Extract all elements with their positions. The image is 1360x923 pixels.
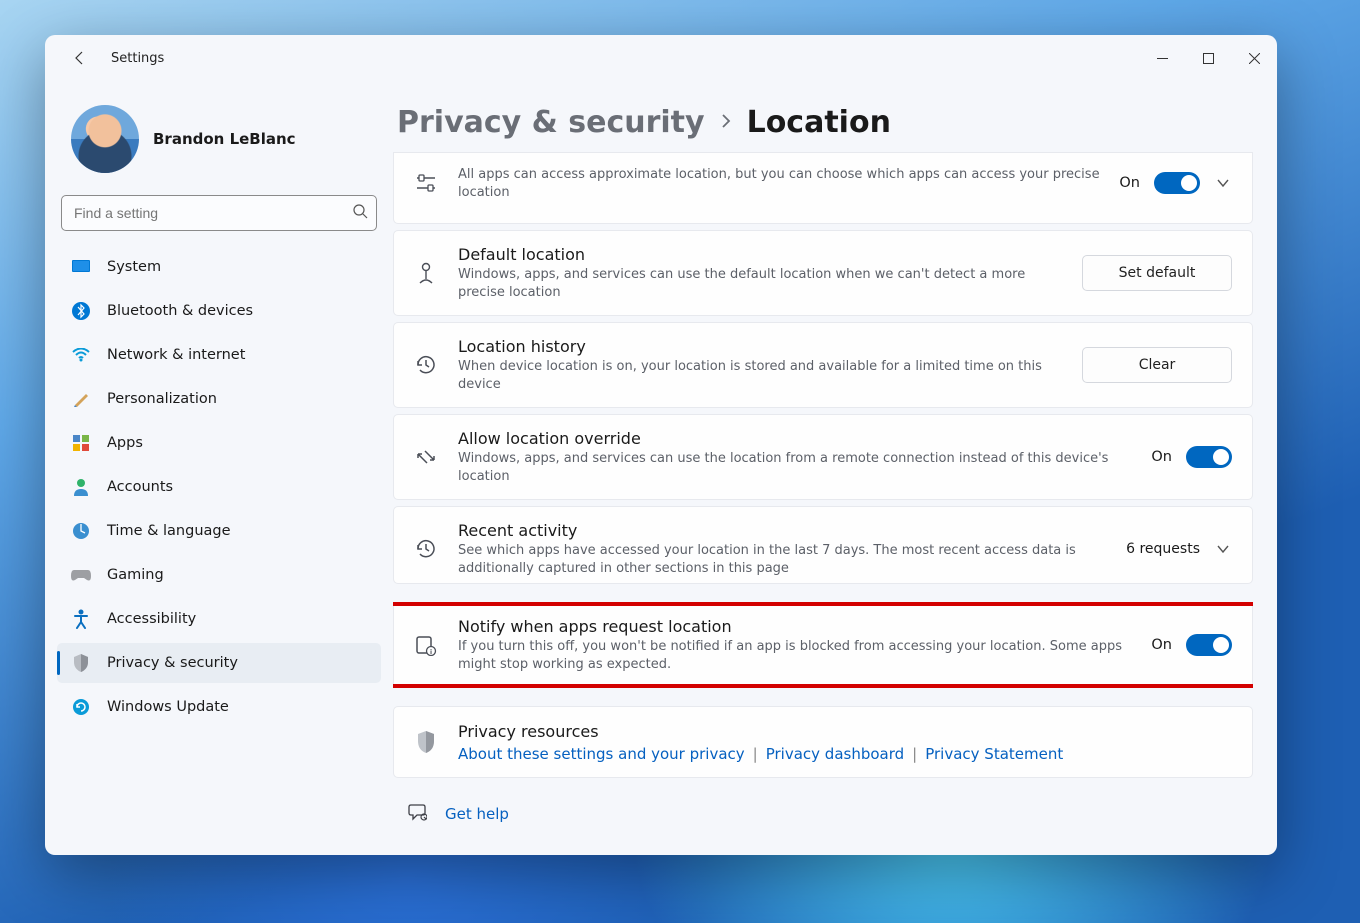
search-icon	[352, 203, 368, 223]
requests-count: 6 requests	[1126, 541, 1200, 557]
notify-icon: i	[412, 631, 440, 659]
card-title: Default location	[458, 245, 1064, 264]
nav-label: Privacy & security	[107, 655, 238, 671]
shield-icon	[412, 728, 440, 756]
card-recent-activity[interactable]: Recent activity See which apps have acce…	[393, 506, 1253, 584]
nav-label: Gaming	[107, 567, 164, 583]
card-apps-access[interactable]: All apps can access approximate location…	[393, 152, 1253, 224]
breadcrumb-current: Location	[747, 105, 891, 140]
sidebar-item-windows-update[interactable]: Windows Update	[57, 687, 381, 727]
search-field[interactable]	[74, 205, 352, 221]
paintbrush-icon	[71, 389, 91, 409]
map-pin-icon	[412, 259, 440, 287]
card-desc: Windows, apps, and services can use the …	[458, 266, 1064, 301]
card-title: Privacy resources	[458, 722, 1232, 741]
sidebar-item-personalization[interactable]: Personalization	[57, 379, 381, 419]
notify-toggle[interactable]	[1186, 634, 1232, 656]
card-desc: When device location is on, your locatio…	[458, 358, 1064, 393]
toggle-state: On	[1151, 637, 1172, 653]
help-row: Get help	[393, 784, 1253, 832]
profile-name: Brandon LeBlanc	[153, 130, 296, 148]
settings-window: Settings Brandon LeBlanc	[45, 35, 1277, 855]
nav-label: Accessibility	[107, 611, 196, 627]
window-controls	[1139, 35, 1277, 81]
back-button[interactable]	[63, 41, 97, 75]
get-help-link[interactable]: Get help	[445, 805, 509, 823]
card-location-history: Location history When device location is…	[393, 322, 1253, 408]
nav-label: System	[107, 259, 161, 275]
card-default-location: Default location Windows, apps, and serv…	[393, 230, 1253, 316]
link-privacy-dashboard[interactable]: Privacy dashboard	[766, 745, 904, 763]
gamepad-icon	[71, 565, 91, 585]
nav-label: Time & language	[107, 523, 231, 539]
sliders-icon	[412, 169, 440, 197]
card-notify-location: i Notify when apps request location If y…	[393, 602, 1253, 688]
chevron-right-icon	[719, 113, 733, 132]
set-default-button[interactable]: Set default	[1082, 255, 1232, 291]
window-title: Settings	[111, 51, 164, 66]
nav-label: Apps	[107, 435, 143, 451]
titlebar: Settings	[45, 35, 1277, 81]
sidebar-item-system[interactable]: System	[57, 247, 381, 287]
card-title: Location history	[458, 337, 1064, 356]
sidebar: Brandon LeBlanc System Bluetooth & devi	[45, 81, 393, 855]
nav-label: Windows Update	[107, 699, 229, 715]
sidebar-item-gaming[interactable]: Gaming	[57, 555, 381, 595]
close-button[interactable]	[1231, 35, 1277, 81]
sidebar-item-accessibility[interactable]: Accessibility	[57, 599, 381, 639]
link-privacy-statement[interactable]: Privacy Statement	[925, 745, 1063, 763]
content-area: Privacy & security Location All apps can…	[393, 81, 1277, 855]
breadcrumb-parent[interactable]: Privacy & security	[397, 105, 705, 140]
chevron-down-icon[interactable]	[1214, 174, 1232, 192]
card-privacy-resources: Privacy resources About these settings a…	[393, 706, 1253, 778]
person-icon	[71, 477, 91, 497]
maximize-button[interactable]	[1185, 35, 1231, 81]
sidebar-item-apps[interactable]: Apps	[57, 423, 381, 463]
clear-button[interactable]: Clear	[1082, 347, 1232, 383]
avatar	[71, 105, 139, 173]
card-desc: All apps can access approximate location…	[458, 166, 1101, 201]
nav-label: Bluetooth & devices	[107, 303, 253, 319]
apps-icon	[71, 433, 91, 453]
help-icon	[407, 802, 427, 826]
shield-icon	[71, 653, 91, 673]
recent-icon	[412, 535, 440, 563]
card-title: Allow location override	[458, 429, 1133, 448]
wifi-icon	[71, 345, 91, 365]
override-icon	[412, 443, 440, 471]
history-icon	[412, 351, 440, 379]
breadcrumb: Privacy & security Location	[393, 81, 1253, 152]
card-location-override: Allow location override Windows, apps, a…	[393, 414, 1253, 500]
apps-access-toggle[interactable]	[1154, 172, 1200, 194]
sidebar-item-bluetooth[interactable]: Bluetooth & devices	[57, 291, 381, 331]
sidebar-item-network[interactable]: Network & internet	[57, 335, 381, 375]
nav-list: System Bluetooth & devices Network & int…	[57, 247, 381, 727]
toggle-state: On	[1119, 175, 1140, 191]
system-icon	[71, 257, 91, 277]
clock-globe-icon	[71, 521, 91, 541]
sidebar-item-time-language[interactable]: Time & language	[57, 511, 381, 551]
card-desc: Windows, apps, and services can use the …	[458, 450, 1133, 485]
nav-label: Network & internet	[107, 347, 245, 363]
nav-label: Accounts	[107, 479, 173, 495]
card-desc: See which apps have accessed your locati…	[458, 542, 1108, 577]
toggle-state: On	[1151, 449, 1172, 465]
override-toggle[interactable]	[1186, 446, 1232, 468]
svg-text:i: i	[430, 649, 432, 656]
sidebar-item-privacy-security[interactable]: Privacy & security	[57, 643, 381, 683]
accessibility-icon	[71, 609, 91, 629]
card-desc: If you turn this off, you won't be notif…	[458, 638, 1133, 673]
minimize-button[interactable]	[1139, 35, 1185, 81]
link-about-settings[interactable]: About these settings and your privacy	[458, 745, 745, 763]
bluetooth-icon	[71, 301, 91, 321]
update-icon	[71, 697, 91, 717]
card-title: Recent activity	[458, 521, 1108, 540]
search-input[interactable]	[61, 195, 377, 231]
card-title: Notify when apps request location	[458, 617, 1133, 636]
chevron-down-icon[interactable]	[1214, 540, 1232, 558]
settings-cards: All apps can access approximate location…	[393, 152, 1253, 855]
nav-label: Personalization	[107, 391, 217, 407]
sidebar-item-accounts[interactable]: Accounts	[57, 467, 381, 507]
profile-section[interactable]: Brandon LeBlanc	[57, 89, 381, 195]
